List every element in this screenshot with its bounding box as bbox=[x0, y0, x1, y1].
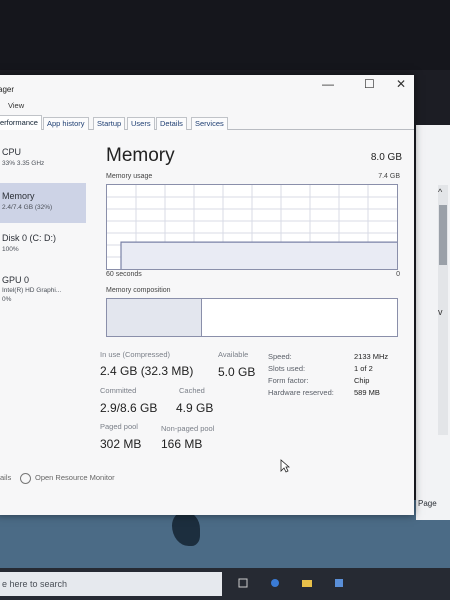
sidebar-item-label: Memory bbox=[2, 191, 35, 201]
scrollbar-thumb[interactable] bbox=[439, 205, 447, 265]
resource-monitor-icon[interactable] bbox=[20, 473, 31, 484]
usage-area bbox=[121, 242, 397, 269]
cached-value: 4.9 GB bbox=[176, 401, 214, 415]
memory-composition-bar bbox=[106, 298, 398, 337]
title-bar: ager — ☐ ✕ bbox=[0, 75, 414, 95]
usage-max: 7.4 GB bbox=[378, 173, 400, 180]
paged-pool-value: 302 MB bbox=[100, 437, 142, 451]
close-button[interactable]: ✕ bbox=[396, 77, 406, 91]
file-explorer-icon[interactable] bbox=[302, 578, 312, 588]
tab-users[interactable]: Users bbox=[127, 117, 155, 130]
page-title: Memory bbox=[106, 145, 175, 166]
speed-label: Speed: bbox=[268, 352, 292, 361]
task-view-icon[interactable] bbox=[238, 578, 248, 588]
minimize-button[interactable]: — bbox=[322, 77, 334, 91]
background-app-window: ^ v Page bbox=[416, 125, 450, 520]
slots-value: 1 of 2 bbox=[354, 364, 373, 373]
in-use-value: 2.4 GB (32.3 MB) bbox=[100, 364, 194, 378]
footer-bar: ails Open Resource Monitor bbox=[0, 473, 414, 491]
paged-pool-label: Paged pool bbox=[100, 422, 138, 431]
chevron-down-icon[interactable]: v bbox=[438, 307, 443, 317]
page-label: Page bbox=[418, 499, 437, 508]
sidebar-item-cpu[interactable]: CPU 33% 3.35 GHz bbox=[0, 143, 86, 175]
tab-performance[interactable]: erformance bbox=[0, 115, 42, 130]
sidebar-item-detail: 100% bbox=[2, 246, 19, 253]
menu-view[interactable]: View bbox=[8, 101, 24, 110]
tab-bar: erformance App history Startup Users Det… bbox=[0, 115, 414, 130]
slots-label: Slots used: bbox=[268, 364, 306, 373]
memory-usage-graph bbox=[106, 184, 398, 270]
form-factor-label: Form factor: bbox=[268, 376, 309, 385]
form-factor-value: Chip bbox=[354, 376, 370, 385]
tab-startup[interactable]: Startup bbox=[93, 117, 126, 130]
available-value: 5.0 GB bbox=[218, 365, 256, 379]
total-memory: 8.0 GB bbox=[370, 152, 402, 163]
desktop-background-top bbox=[0, 0, 450, 70]
resource-sidebar: CPU 33% 3.35 GHz Memory 2.4/7.4 GB (32%)… bbox=[0, 131, 86, 531]
cached-label: Cached bbox=[179, 386, 205, 395]
sidebar-item-memory[interactable]: Memory 2.4/7.4 GB (32%) bbox=[0, 183, 86, 223]
taskbar: e here to search bbox=[0, 568, 450, 600]
sidebar-item-label: GPU 0 bbox=[2, 275, 30, 285]
time-axis-left: 60 seconds bbox=[106, 271, 142, 278]
maximize-button[interactable]: ☐ bbox=[364, 77, 375, 91]
non-paged-pool-label: Non-paged pool bbox=[161, 424, 215, 433]
tab-services[interactable]: Services bbox=[191, 117, 228, 130]
taskbar-search-box[interactable]: e here to search bbox=[0, 572, 222, 596]
composition-label: Memory composition bbox=[106, 287, 171, 294]
hardware-reserved-label: Hardware reserved: bbox=[268, 388, 334, 397]
store-icon[interactable] bbox=[334, 578, 344, 588]
sidebar-item-detail: 2.4/7.4 GB (32%) bbox=[2, 204, 53, 211]
committed-label: Committed bbox=[100, 386, 137, 395]
tab-details[interactable]: Details bbox=[156, 117, 187, 130]
tab-app-history[interactable]: App history bbox=[43, 117, 89, 130]
sidebar-item-detail: Intel(R) HD Graphi... bbox=[2, 287, 62, 294]
hardware-reserved-value: 589 MB bbox=[354, 388, 380, 397]
usage-chart bbox=[107, 185, 397, 269]
committed-value: 2.9/8.6 GB bbox=[100, 401, 158, 415]
sidebar-item-disk[interactable]: Disk 0 (C: D:) 100% bbox=[0, 229, 86, 261]
usage-label: Memory usage bbox=[106, 173, 153, 180]
mouse-cursor-icon bbox=[280, 459, 290, 473]
memory-panel: Memory 8.0 GB Memory usage 7.4 GB 60 sec… bbox=[100, 145, 408, 505]
non-paged-pool-value: 166 MB bbox=[161, 437, 203, 451]
sidebar-item-detail: 33% 3.35 GHz bbox=[2, 160, 45, 167]
composition-in-use bbox=[107, 299, 202, 336]
task-manager-window: ager — ☐ ✕ · View erformance App history… bbox=[0, 75, 414, 515]
speed-value: 2133 MHz bbox=[354, 352, 389, 361]
open-resource-monitor-link[interactable]: Open Resource Monitor bbox=[35, 473, 115, 482]
in-use-label: In use (Compressed) bbox=[100, 350, 171, 359]
time-axis-right: 0 bbox=[396, 271, 400, 278]
edge-icon[interactable] bbox=[270, 578, 280, 588]
available-label: Available bbox=[218, 350, 249, 359]
sidebar-item-detail-2: 0% bbox=[2, 296, 12, 303]
fewer-details-link[interactable]: ails bbox=[0, 473, 11, 482]
window-title: ager bbox=[0, 85, 15, 94]
chevron-up-icon[interactable]: ^ bbox=[438, 187, 442, 197]
sidebar-item-label: Disk 0 (C: D:) bbox=[2, 233, 56, 243]
sidebar-item-gpu[interactable]: GPU 0 Intel(R) HD Graphi... 0% bbox=[0, 271, 86, 311]
sidebar-item-label: CPU bbox=[2, 147, 22, 157]
